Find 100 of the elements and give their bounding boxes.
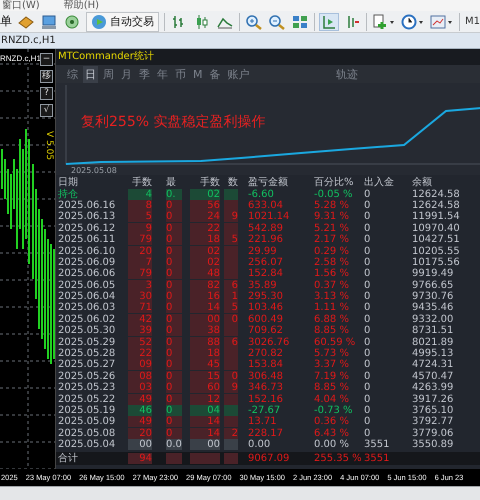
table-cell-text: 9.31 % xyxy=(314,211,350,222)
table-cell-text: 1.11 % xyxy=(314,302,350,314)
table-cell: 42 xyxy=(128,314,152,325)
chart-shift-icon[interactable] xyxy=(320,14,338,30)
table-cell: 48 xyxy=(190,268,220,280)
table-cell: 30 xyxy=(128,291,152,302)
table-cell-text: 6.43 % xyxy=(314,428,350,439)
table-cell-text: 0.00 xyxy=(248,439,272,450)
table-cell-text: 2025.06.04 xyxy=(57,291,116,302)
table-cell-text: 2.17 % xyxy=(314,234,350,246)
table-cell: 2 xyxy=(224,428,238,439)
monitor-icon[interactable] xyxy=(40,14,58,30)
table-cell: 0 xyxy=(166,394,182,405)
table-cell: 60 xyxy=(190,382,220,394)
table-cell-text: 2025.06.11 xyxy=(57,234,116,246)
table-cell-text: 10175.56 xyxy=(412,256,461,268)
tab[interactable]: 年 xyxy=(155,66,170,82)
table-cell: 0 xyxy=(166,382,182,394)
table-cell: 0 xyxy=(166,302,182,314)
timeframe-button[interactable]: M1 xyxy=(465,16,480,27)
zoom-in-icon[interactable] xyxy=(245,14,263,30)
menu-item[interactable]: 帮助(H) xyxy=(64,0,100,11)
table-cell: 0 xyxy=(166,314,182,325)
table-cell-text: -0.73 % xyxy=(314,405,354,416)
table-cell: 6 xyxy=(224,336,238,348)
clock-icon[interactable] xyxy=(401,14,425,30)
table-cell-text: 8.85 % xyxy=(314,382,350,394)
table-cell-text: -0.05 % xyxy=(314,188,354,200)
toolbar-label[interactable]: 单 xyxy=(0,13,12,30)
tab[interactable]: 季 xyxy=(137,66,152,82)
tab[interactable]: 综 xyxy=(65,66,80,82)
table-cell-text: 2025.06.03 xyxy=(57,302,116,314)
tab[interactable]: 轨迹 xyxy=(334,66,360,82)
tab[interactable]: 日 xyxy=(83,66,98,82)
autotrade-button[interactable]: 自动交易 xyxy=(86,12,159,32)
table-cell-text: 35.89 xyxy=(248,280,278,291)
table-cell-text: 3.13 % xyxy=(314,291,350,302)
table-cell: 6 xyxy=(224,280,238,291)
tab[interactable]: 备 xyxy=(208,66,222,82)
table-cell-text: 542.89 xyxy=(248,222,284,234)
table-cell-text: 2025.05.30 xyxy=(57,325,116,336)
signal-icon[interactable] xyxy=(63,14,81,30)
table-cell: 9 xyxy=(224,382,238,394)
column-header: 日期 xyxy=(57,177,79,188)
panel-button[interactable]: ? xyxy=(40,87,53,100)
table-cell: 3 xyxy=(128,280,152,291)
redacted-cell xyxy=(166,453,182,464)
tab[interactable]: 周 xyxy=(101,66,116,82)
table-cell-text: 0 xyxy=(364,268,372,280)
redacted-cell xyxy=(224,200,238,211)
table-cell: 0 xyxy=(166,348,182,360)
redacted-cell xyxy=(224,405,238,416)
table-cell: 39 xyxy=(128,325,152,336)
column-header: 盈亏金额 xyxy=(248,177,289,188)
table-cell-text: 228.17 xyxy=(248,428,284,439)
zoom-out-icon[interactable] xyxy=(268,14,286,30)
table-cell-text: 0 xyxy=(364,234,372,246)
chart-tab[interactable]: RNZD.c,H1 xyxy=(0,35,56,46)
table-cell-text: 10427.51 xyxy=(412,234,461,246)
table-cell-text: 2025.06.13 xyxy=(57,211,116,222)
table-cell: 0 xyxy=(166,405,182,416)
panel-button[interactable]: − xyxy=(40,53,53,66)
template-icon[interactable] xyxy=(430,14,454,30)
table-cell-text: 5.21 % xyxy=(314,222,350,234)
tab[interactable]: M xyxy=(191,66,204,82)
table-cell-text: 6.88 % xyxy=(314,314,350,325)
table-cell: 38 xyxy=(190,325,220,336)
tab[interactable]: 币 xyxy=(173,66,188,82)
table-cell: 16 xyxy=(190,291,220,302)
table-cell: 9 xyxy=(128,222,152,234)
tab[interactable]: 账户 xyxy=(226,66,252,82)
table-cell: 5 xyxy=(224,234,238,246)
table-cell-text: 9067.09 xyxy=(248,453,290,464)
table-cell-text: 0 xyxy=(364,280,372,291)
table-cell: 12 xyxy=(190,394,220,405)
table-cell-text: 13.71 xyxy=(248,416,278,428)
table-cell-text: 2025.05.22 xyxy=(57,394,116,405)
table-cell-text: 103.46 xyxy=(248,302,284,314)
table-cell: 20 xyxy=(128,246,152,257)
table-cell-text: 2025.05.28 xyxy=(57,348,116,360)
table-cell-text: 2025.05.27 xyxy=(57,359,116,370)
redacted-cell xyxy=(224,222,238,234)
table-cell: 02 xyxy=(190,246,220,257)
panel-button[interactable]: 移 xyxy=(40,70,53,83)
table-cell-text: 0 xyxy=(364,256,372,268)
table-cell-text: 2025.05.19 xyxy=(57,405,116,416)
add-indicator-icon[interactable] xyxy=(372,14,396,30)
tab[interactable]: 月 xyxy=(119,66,134,82)
table-cell: 09 xyxy=(128,359,152,370)
table-cell: 0 xyxy=(166,291,182,302)
table-cell-text: 633.04 xyxy=(248,200,284,211)
table-cell-text: 9332.00 xyxy=(412,314,454,325)
table-cell-text: 0 xyxy=(364,291,372,302)
table-cell-text: 0.37 % xyxy=(314,280,350,291)
table-cell: 0 xyxy=(166,268,182,280)
table-cell-text: 0 xyxy=(364,222,372,234)
table-cell: 0 xyxy=(166,211,182,222)
table-cell: 8 xyxy=(128,200,152,211)
panel-button[interactable]: √ xyxy=(40,104,53,117)
tile-windows-icon[interactable] xyxy=(291,14,309,30)
